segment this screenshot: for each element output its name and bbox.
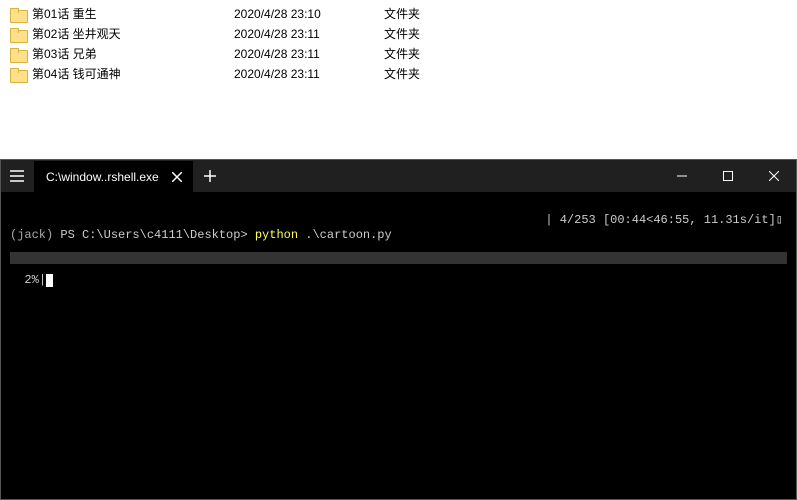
cursor-icon xyxy=(46,274,53,287)
close-tab-icon[interactable] xyxy=(169,169,185,185)
minimize-button[interactable] xyxy=(659,159,705,192)
progress-bar xyxy=(10,252,787,264)
folder-icon xyxy=(10,48,26,61)
hamburger-menu-icon[interactable] xyxy=(0,159,34,192)
terminal-titlebar[interactable]: C:\window..rshell.exe xyxy=(0,159,797,192)
maximize-button[interactable] xyxy=(705,159,751,192)
prompt: PS C:\Users\c4111\Desktop> xyxy=(60,228,247,242)
terminal-line: (jack) PS C:\Users\c4111\Desktop> python… xyxy=(10,228,787,243)
explorer-file-list: 第01话 重生 2020/4/28 23:10 文件夹 第02话 坐井观天 20… xyxy=(0,0,797,159)
env-name: (jack) xyxy=(10,228,53,242)
command-bin: python xyxy=(255,228,298,242)
file-name: 第02话 坐井观天 xyxy=(32,24,121,44)
file-name: 第03话 兄弟 xyxy=(32,44,97,64)
file-name: 第01话 重生 xyxy=(32,4,97,24)
folder-icon xyxy=(10,8,26,21)
file-type: 文件夹 xyxy=(384,64,504,84)
file-type: 文件夹 xyxy=(384,24,504,44)
progress-status: | 4/253 [00:44<46:55, 11.31s/it]▯ xyxy=(545,213,783,228)
terminal-line: 2%| xyxy=(10,273,787,288)
folder-icon xyxy=(10,68,26,81)
file-row[interactable]: 第02话 坐井观天 2020/4/28 23:11 文件夹 xyxy=(10,24,797,44)
file-row[interactable]: 第04话 钱可通神 2020/4/28 23:11 文件夹 xyxy=(10,64,797,84)
file-name: 第04话 钱可通神 xyxy=(32,64,121,84)
command-arg: .\cartoon.py xyxy=(305,228,391,242)
file-type: 文件夹 xyxy=(384,44,504,64)
terminal-tab[interactable]: C:\window..rshell.exe xyxy=(34,161,193,192)
window-controls xyxy=(659,159,797,192)
progress-percent: 2% xyxy=(24,273,38,287)
file-date: 2020/4/28 23:11 xyxy=(234,24,384,44)
file-row[interactable]: 第01话 重生 2020/4/28 23:10 文件夹 xyxy=(10,4,797,24)
terminal-body[interactable]: (jack) PS C:\Users\c4111\Desktop> python… xyxy=(0,192,797,500)
terminal-window: C:\window..rshell.exe (jack) PS C:\Users… xyxy=(0,159,797,500)
file-date: 2020/4/28 23:11 xyxy=(234,64,384,84)
file-row[interactable]: 第03话 兄弟 2020/4/28 23:11 文件夹 xyxy=(10,44,797,64)
file-type: 文件夹 xyxy=(384,4,504,24)
file-date: 2020/4/28 23:11 xyxy=(234,44,384,64)
new-tab-button[interactable] xyxy=(193,159,227,192)
close-window-button[interactable] xyxy=(751,159,797,192)
tab-title: C:\window..rshell.exe xyxy=(46,170,159,184)
file-date: 2020/4/28 23:10 xyxy=(234,4,384,24)
folder-icon xyxy=(10,28,26,41)
